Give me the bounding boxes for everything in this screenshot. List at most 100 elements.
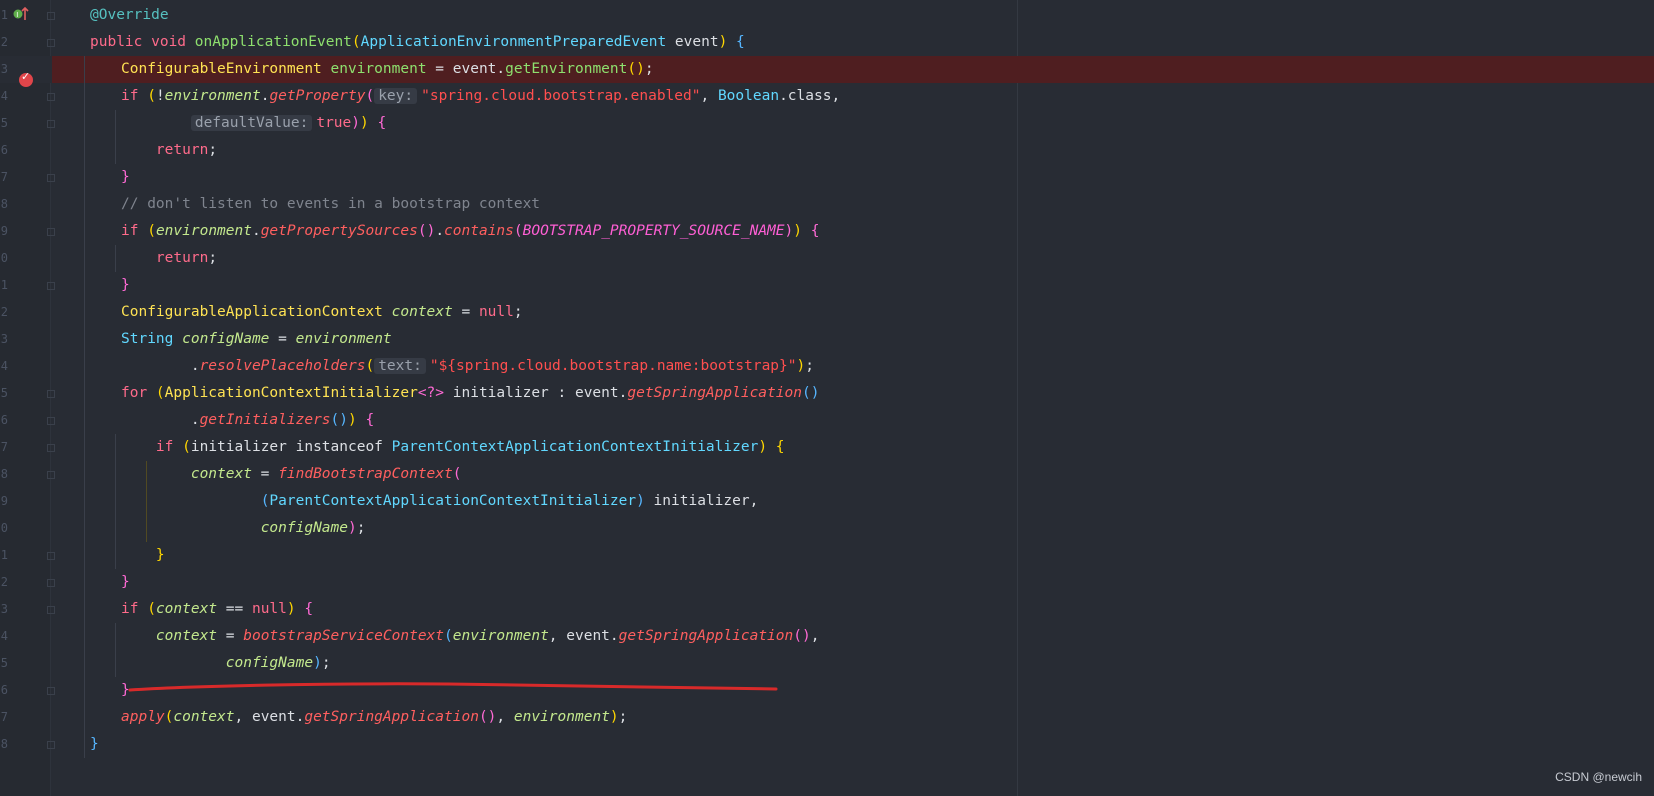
- code-token: environment: [295, 331, 392, 347]
- fold-marker-icon[interactable]: [47, 93, 55, 101]
- code-token: context: [173, 709, 235, 725]
- code-token: bootstrapServiceContext: [243, 628, 445, 644]
- code-line[interactable]: 9 (ParentContextApplicationContextInitia…: [0, 488, 1654, 515]
- code-line[interactable]: 5 for (ApplicationContextInitializer<?> i…: [0, 380, 1654, 407]
- code-token: =: [251, 466, 279, 482]
- code-line[interactable]: 3 ConfigurableEnvironment environment = e…: [0, 56, 1654, 83]
- code-token: apply: [121, 709, 165, 725]
- code-token: {: [377, 115, 387, 131]
- line-number: 4: [0, 359, 8, 373]
- code-line[interactable]: 1}: [0, 272, 1654, 299]
- code-token: ): [636, 493, 645, 509]
- code-line[interactable]: 4 .resolvePlaceholders(text: "${spring.cl…: [0, 353, 1654, 380]
- fold-marker-icon[interactable]: [47, 120, 55, 128]
- code-editor[interactable]: I 1 @Override 2 public void onApplicationEv…: [0, 0, 1654, 796]
- code-token: ): [351, 115, 360, 131]
- code-line[interactable]: 2}: [0, 569, 1654, 596]
- code-line[interactable]: 6 return;: [0, 137, 1654, 164]
- code-token: context: [155, 601, 218, 617]
- code-line[interactable]: 2 public void onApplicationEvent(Applicat…: [0, 29, 1654, 56]
- code-line[interactable]: 8 // don't listen to events in a bootstra…: [0, 191, 1654, 218]
- code-line[interactable]: 7 if (initializer instanceof ParentConte…: [0, 434, 1654, 461]
- code-token: true: [316, 115, 352, 131]
- code-line[interactable]: 7}: [0, 164, 1654, 191]
- code-token: configName: [182, 331, 270, 347]
- code-token: =: [269, 331, 296, 347]
- fold-marker-icon[interactable]: [47, 741, 55, 749]
- code-token: , event.: [548, 628, 619, 644]
- code-token: findBootstrapContext: [278, 466, 453, 482]
- code-token: ;: [208, 142, 218, 158]
- code-line[interactable]: 5 configName);: [0, 650, 1654, 677]
- code-token: Boolean: [717, 88, 780, 104]
- code-line[interactable]: 0 return;: [0, 245, 1654, 272]
- code-line[interactable]: 0 configName);: [0, 515, 1654, 542]
- code-text: configName);: [121, 515, 366, 542]
- code-token: getEnvironment: [505, 61, 628, 77]
- code-line[interactable]: 3 if (context == null) {: [0, 596, 1654, 623]
- code-line[interactable]: 4 if (!environment.getProperty(key: "sprin…: [0, 83, 1654, 110]
- code-token: for: [121, 385, 156, 401]
- code-token: environment: [155, 223, 252, 239]
- fold-marker-icon[interactable]: [47, 282, 55, 290]
- code-text: // don't listen to events in a bootstrap…: [121, 191, 540, 218]
- code-token: ;: [644, 61, 654, 77]
- code-token: }: [121, 169, 130, 185]
- breakpoint-icon[interactable]: [19, 70, 33, 87]
- code-token: getSpringApplication: [627, 385, 802, 401]
- fold-marker-icon[interactable]: [47, 444, 55, 452]
- line-number: 1: [0, 548, 8, 562]
- code-line[interactable]: 6 .getInitializers()) {: [0, 407, 1654, 434]
- fold-marker-icon[interactable]: [47, 552, 55, 560]
- code-token: // don't listen to events in a bootstrap…: [121, 196, 541, 212]
- code-line[interactable]: 8 context = findBootstrapContext(: [0, 461, 1654, 488]
- code-token: {: [304, 601, 314, 617]
- code-text: configName);: [121, 650, 331, 677]
- watermark: CSDN @newcih: [1555, 770, 1642, 784]
- code-line[interactable]: 1 }: [0, 542, 1654, 569]
- code-token: environment: [452, 628, 549, 644]
- fold-marker-icon[interactable]: [47, 228, 55, 236]
- fold-marker-icon[interactable]: [47, 606, 55, 614]
- code-token: =: [426, 61, 453, 77]
- fold-marker-icon[interactable]: [47, 12, 55, 20]
- code-line[interactable]: 3 String configName = environment: [0, 326, 1654, 353]
- fold-marker-icon[interactable]: [47, 417, 55, 425]
- code-token: .: [435, 223, 445, 239]
- fold-marker-icon[interactable]: [47, 579, 55, 587]
- code-token: class,: [787, 88, 841, 104]
- code-token: getSpringApplication: [304, 709, 479, 725]
- code-line[interactable]: 2 ConfigurableApplicationContext context …: [0, 299, 1654, 326]
- code-line[interactable]: 4 context = bootstrapServiceContext(envi…: [0, 623, 1654, 650]
- code-line[interactable]: 1 @Override: [0, 2, 1654, 29]
- code-token: {: [810, 223, 820, 239]
- code-token: getSpringApplication: [618, 628, 794, 644]
- code-text: if (!environment.getProperty(key: "spring…: [121, 83, 840, 110]
- code-token: (): [627, 61, 645, 77]
- code-token: configName: [225, 655, 314, 671]
- fold-marker-icon[interactable]: [47, 687, 55, 695]
- code-token: onApplicationEvent: [194, 34, 352, 50]
- code-token: context: [155, 628, 218, 644]
- line-number: 4: [0, 89, 8, 103]
- fold-marker-icon[interactable]: [47, 471, 55, 479]
- code-text: .getInitializers()) {: [121, 407, 374, 434]
- code-token: ;: [805, 358, 814, 374]
- code-token: ;: [321, 655, 331, 671]
- fold-marker-icon[interactable]: [47, 39, 55, 47]
- code-line[interactable]: 7 apply(context, event.getSpringApplicati…: [0, 704, 1654, 731]
- code-text: if (initializer instanceof ParentContext…: [121, 434, 785, 461]
- code-line[interactable]: 8}: [0, 731, 1654, 758]
- code-token: (): [330, 412, 348, 428]
- code-line[interactable]: 5 defaultValue: true)) {: [0, 110, 1654, 137]
- code-token: ;: [513, 304, 523, 320]
- fold-marker-icon[interactable]: [47, 174, 55, 182]
- red-underline-annotation: [128, 682, 778, 692]
- code-line[interactable]: 9 if (environment.getPropertySources().co…: [0, 218, 1654, 245]
- fold-marker-icon[interactable]: [47, 390, 55, 398]
- line-number: 1: [0, 278, 8, 292]
- implements-method-icon[interactable]: I: [12, 5, 30, 23]
- code-token: ): [784, 223, 794, 239]
